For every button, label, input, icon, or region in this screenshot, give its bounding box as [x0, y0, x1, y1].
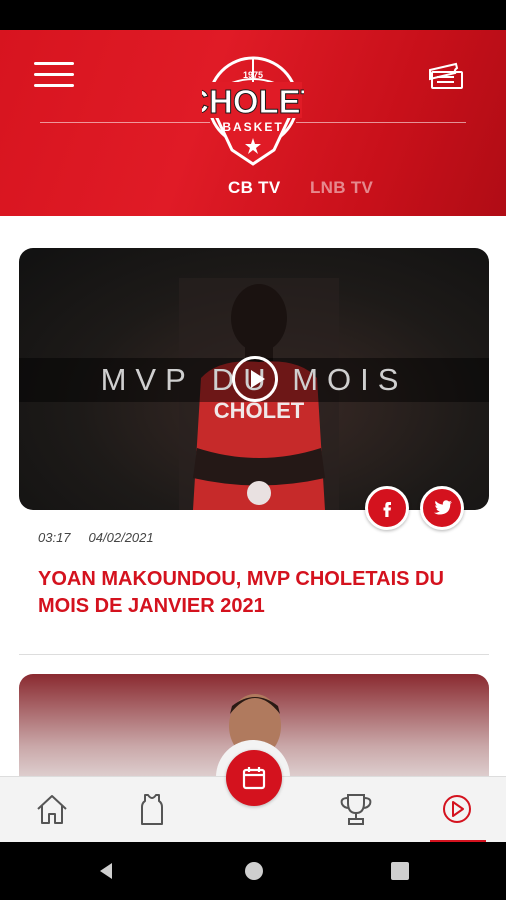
back-icon[interactable] — [96, 861, 116, 881]
home-icon[interactable] — [32, 791, 72, 827]
twitter-icon — [434, 500, 452, 515]
header-divider-left — [40, 122, 210, 123]
logo-sub: BASKET — [222, 120, 283, 134]
facebook-icon — [383, 502, 391, 517]
divider — [19, 654, 489, 655]
video-date: 04/02/2021 — [88, 530, 154, 545]
trophy-icon[interactable] — [336, 791, 376, 827]
menu-line — [34, 84, 74, 87]
video-feed[interactable]: CHOLET MVP DU MOIS 03:17 04/02/2021 YOAN … — [0, 216, 506, 776]
play-icon[interactable] — [232, 356, 278, 402]
facebook-share-button[interactable] — [365, 486, 409, 530]
tab-cb-tv[interactable]: CB TV — [228, 178, 281, 198]
menu-line — [34, 73, 74, 76]
menu-line — [34, 62, 74, 65]
cholet-basket-logo[interactable]: 1975 CHOLET BASKET — [202, 54, 304, 166]
calendar-icon — [242, 767, 266, 790]
app-header: 1975 CHOLET BASKET CB TV LNB TV — [0, 30, 506, 216]
calendar-button[interactable] — [226, 750, 282, 806]
logo-year: 1975 — [243, 70, 263, 80]
twitter-share-button[interactable] — [420, 486, 464, 530]
tab-lnb-tv[interactable]: LNB TV — [310, 178, 373, 198]
video-title[interactable]: YOAN MAKOUNDOU, MVP CHOLETAIS DU MOIS DE… — [38, 566, 468, 620]
jersey-icon[interactable] — [132, 791, 172, 827]
tab-bar: CB TV LNB TV — [0, 178, 506, 200]
header-divider-right — [296, 122, 466, 123]
system-navigation-bar — [0, 842, 506, 900]
play-circle-icon[interactable] — [437, 791, 477, 827]
video-thumbnail[interactable]: CHOLET MVP DU MOIS — [19, 248, 489, 510]
video-duration: 03:17 — [38, 530, 71, 545]
home-circle-icon[interactable] — [244, 861, 264, 881]
menu-button[interactable] — [34, 62, 74, 92]
video-meta: 03:17 04/02/2021 — [38, 530, 154, 545]
recents-icon[interactable] — [390, 861, 410, 881]
logo-name: CHOLET — [202, 83, 304, 120]
status-bar — [0, 0, 506, 30]
ticket-icon[interactable] — [426, 58, 466, 94]
